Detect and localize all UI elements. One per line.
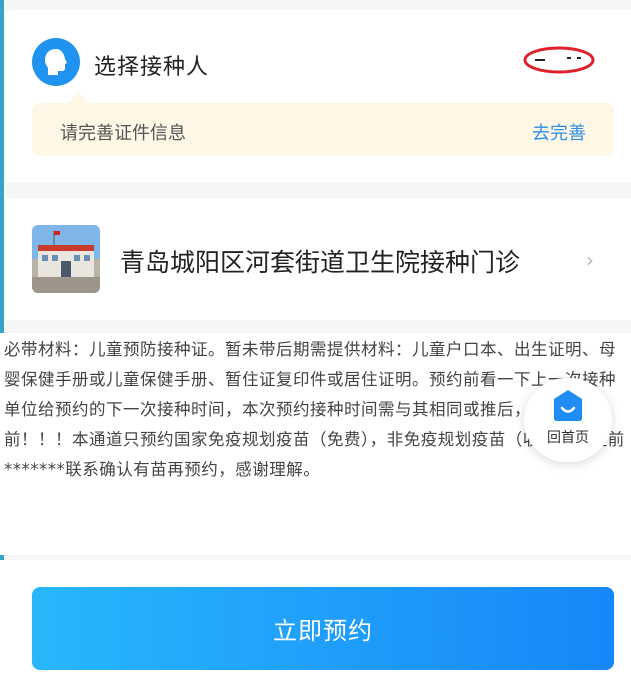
book-now-button[interactable]: 立即预约 bbox=[32, 587, 614, 670]
redaction-mark bbox=[523, 46, 595, 74]
complete-info-link[interactable]: 去完善 bbox=[532, 119, 586, 145]
clinic-name: 青岛城阳区河套街道卫生院接种门诊 bbox=[120, 248, 521, 277]
tip-text: 请完善证件信息 bbox=[60, 123, 186, 144]
chevron-right-icon[interactable]: › bbox=[586, 248, 594, 272]
clinic-photo bbox=[32, 225, 100, 293]
select-recipient-label[interactable]: 选择接种人 bbox=[94, 49, 209, 81]
complete-id-tip: 请完善证件信息 去完善 bbox=[32, 103, 614, 156]
person-icon bbox=[32, 38, 80, 86]
tip-pointer bbox=[68, 92, 88, 103]
recipient-card[interactable] bbox=[6, 10, 631, 182]
home-button[interactable]: 回首页 bbox=[524, 378, 612, 462]
home-label: 回首页 bbox=[547, 430, 589, 446]
home-icon bbox=[554, 390, 582, 421]
